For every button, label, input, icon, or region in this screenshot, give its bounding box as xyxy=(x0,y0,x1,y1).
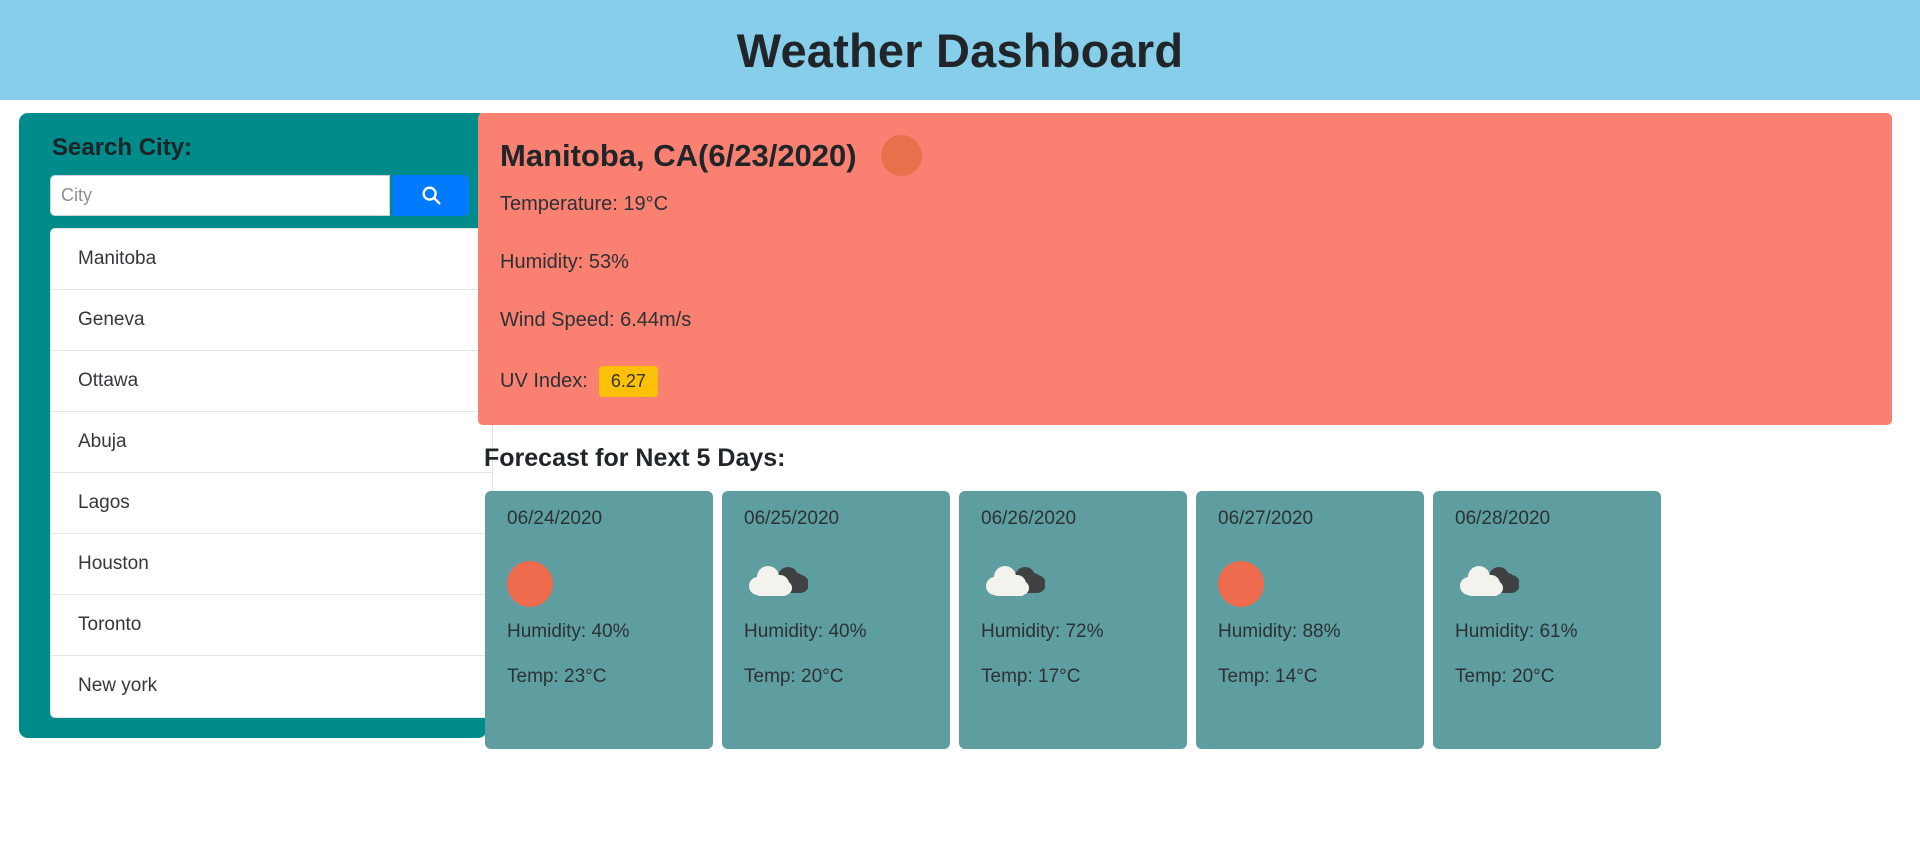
current-temperature: Temperature: 19°C xyxy=(500,193,669,215)
cloud-icon xyxy=(1455,560,1519,608)
current-uv-row: UV Index: 6.27 xyxy=(500,366,1868,397)
uv-index-badge: 6.27 xyxy=(598,366,658,397)
city-list-item[interactable]: Houston xyxy=(51,533,492,595)
uv-index-label: UV Index: xyxy=(500,370,588,392)
forecast-date: 06/26/2020 xyxy=(981,508,1077,529)
current-wind-speed: Wind Speed: 6.44m/s xyxy=(500,309,692,331)
forecast-icon-slot xyxy=(1218,553,1424,615)
search-button[interactable] xyxy=(392,174,469,216)
forecast-humidity: Humidity: 72% xyxy=(981,620,1104,642)
search-city-label: Search City: xyxy=(52,134,193,161)
forecast-card: 06/25/2020 Humidity: 40% Temp: 20°C xyxy=(722,491,950,749)
forecast-card: 06/24/2020 Humidity: 40% Temp: 23°C xyxy=(485,491,713,749)
forecast-list: 06/24/2020 Humidity: 40% Temp: 23°C 06/2… xyxy=(478,491,1892,749)
current-humidity: Humidity: 53% xyxy=(500,251,629,273)
search-sidebar: Search City: Manitoba Geneva Ottawa Abuj xyxy=(19,113,493,738)
current-weather-header: Manitoba, CA(6/23/2020) xyxy=(500,135,1868,176)
forecast-humidity: Humidity: 40% xyxy=(507,620,630,642)
sun-icon xyxy=(507,560,553,607)
page-body: Search City: Manitoba Geneva Ottawa Abuj xyxy=(0,100,1920,749)
city-list-item[interactable]: Abuja xyxy=(51,411,492,473)
search-input[interactable] xyxy=(50,174,391,216)
forecast-icon-slot xyxy=(981,553,1187,615)
forecast-humidity: Humidity: 61% xyxy=(1455,620,1578,642)
sidebar-container: Search City: Manitoba Geneva Ottawa Abuj xyxy=(0,113,493,738)
forecast-date: 06/25/2020 xyxy=(744,508,840,529)
app-header: Weather Dashboard xyxy=(0,0,1920,100)
forecast-date: 06/28/2020 xyxy=(1455,508,1551,529)
cloud-icon xyxy=(744,560,808,608)
forecast-temp: Temp: 17°C xyxy=(981,665,1081,687)
search-row xyxy=(37,174,469,216)
forecast-temp: Temp: 23°C xyxy=(507,665,607,687)
forecast-temp: Temp: 20°C xyxy=(744,665,844,687)
sun-icon xyxy=(1218,560,1264,607)
page-title: Weather Dashboard xyxy=(736,23,1184,77)
forecast-temp: Temp: 14°C xyxy=(1218,665,1318,687)
forecast-temp: Temp: 20°C xyxy=(1455,665,1555,687)
city-list: Manitoba Geneva Ottawa Abuja Lagos Houst… xyxy=(50,227,493,718)
forecast-heading: Forecast for Next 5 Days: xyxy=(484,444,786,472)
forecast-icon-slot xyxy=(1455,553,1661,615)
search-icon xyxy=(420,184,442,206)
cloud-icon xyxy=(981,560,1045,608)
forecast-card: 06/27/2020 Humidity: 88% Temp: 14°C xyxy=(1196,491,1424,749)
forecast-icon-slot xyxy=(507,553,713,615)
current-weather-card: Manitoba, CA(6/23/2020) Temperature: 19°… xyxy=(478,113,1892,425)
sun-icon xyxy=(880,135,922,176)
forecast-icon-slot xyxy=(744,553,950,615)
forecast-date: 06/27/2020 xyxy=(1218,508,1314,529)
city-list-item[interactable]: Manitoba xyxy=(51,228,492,290)
forecast-card: 06/28/2020 Humidity: 61% Temp: 20°C xyxy=(1433,491,1661,749)
city-list-item[interactable]: Geneva xyxy=(51,289,492,351)
forecast-humidity: Humidity: 88% xyxy=(1218,620,1341,642)
city-list-item[interactable]: New york xyxy=(51,655,492,717)
city-list-item[interactable]: Ottawa xyxy=(51,350,492,412)
main-content: Manitoba, CA(6/23/2020) Temperature: 19°… xyxy=(478,113,1920,749)
forecast-humidity: Humidity: 40% xyxy=(744,620,867,642)
forecast-date: 06/24/2020 xyxy=(507,508,603,529)
city-list-item[interactable]: Lagos xyxy=(51,472,492,534)
current-city-date: Manitoba, CA(6/23/2020) xyxy=(500,137,857,173)
forecast-card: 06/26/2020 Humidity: 72% Temp: 17°C xyxy=(959,491,1187,749)
city-list-item[interactable]: Toronto xyxy=(51,594,492,656)
